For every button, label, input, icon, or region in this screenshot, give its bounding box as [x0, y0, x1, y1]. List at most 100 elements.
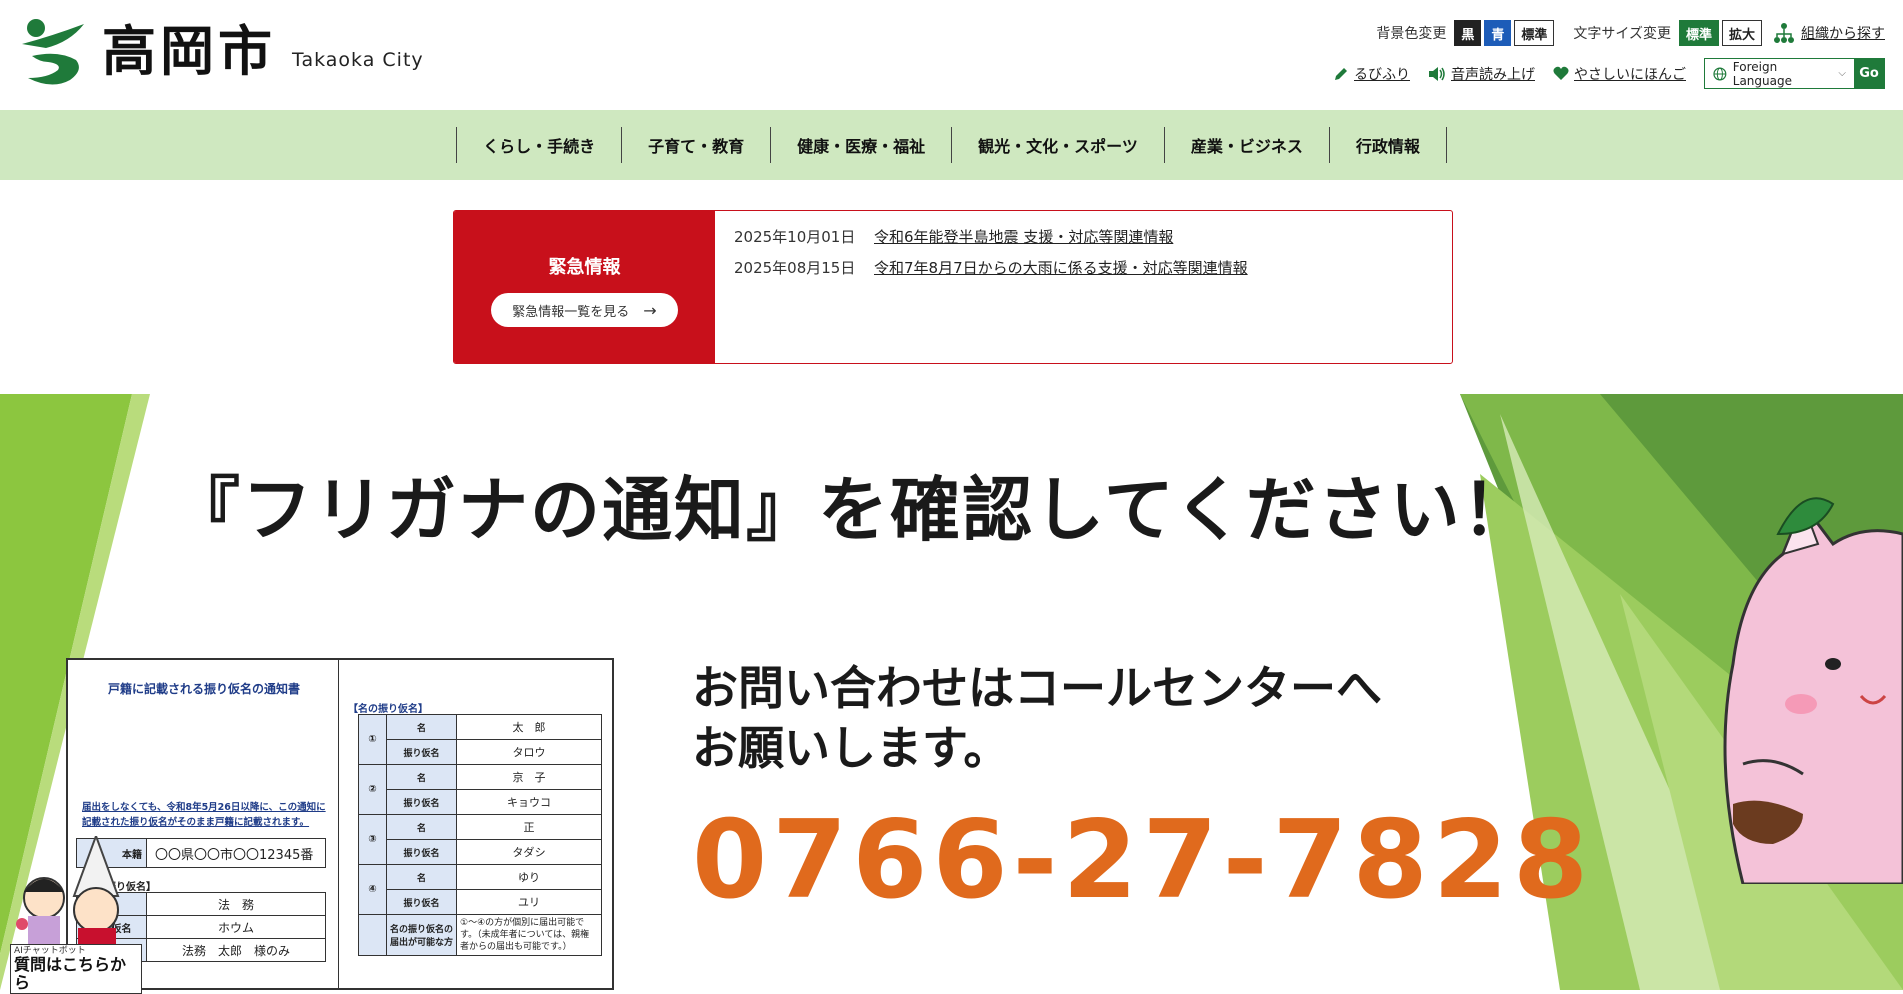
call-center-phone: 0766-27-7828 [692, 798, 1594, 923]
emergency-link[interactable]: 令和7年8月7日からの大雨に係る支援・対応等関連情報 [874, 258, 1248, 278]
voice-label: 音声読み上げ [1451, 66, 1535, 83]
arrow-right-icon: → [643, 300, 657, 320]
emergency-title: 緊急情報 [548, 257, 621, 278]
site-header: 高岡市 Takaoka City 背景色変更 黒 青 標準 文字サイズ変更 標準… [0, 0, 1903, 110]
city-emblem-icon [22, 19, 84, 85]
bg-standard-button[interactable]: 標準 [1514, 20, 1555, 46]
globe-icon [1713, 67, 1727, 80]
ai-chatbot-launcher[interactable]: AIチャットボット 質問はこちらから [8, 833, 144, 994]
table-cell: ② [358, 764, 387, 815]
nav-item-health[interactable]: 健康・医療・福祉 [770, 127, 951, 163]
chevron-down-icon: ⌵ [1838, 68, 1846, 79]
speaker-icon [1429, 66, 1445, 81]
table-row: 名の振り仮名の届出が可能な方 ①～④の方が個別に届出可能です。（未成年者については… [358, 914, 602, 956]
table-cell: 名 [386, 764, 457, 790]
table-cell: 振り仮名 [386, 889, 457, 915]
chatbot-big-text: 質問はこちらから [14, 955, 127, 992]
language-select-value: Foreign Language [1732, 59, 1792, 88]
list-item: 2025年08月15日 令和7年8月7日からの大雨に係る支援・対応等関連情報 [734, 258, 1248, 278]
bg-blue-button[interactable]: 青 [1484, 20, 1512, 46]
table-cell: タダシ [456, 839, 602, 865]
table-cell: 名 [386, 864, 457, 890]
org-search-link[interactable]: 組織から探す [1773, 22, 1885, 44]
easy-japanese-link[interactable]: やさしいにほんご [1553, 64, 1686, 84]
nav-item-business[interactable]: 産業・ビジネス [1163, 127, 1329, 163]
banner-subtext: お問い合わせはコールセンターへ お願いします。 [692, 658, 1382, 778]
emergency-list-button[interactable]: 緊急情報一覧を見る → [491, 293, 678, 327]
table-cell: ①～④の方が個別に届出可能です。（未成年者については、親権者からの届出も可能です… [456, 914, 602, 956]
table-row: ①名太 郎 [358, 714, 602, 765]
list-item: 2025年10月01日 令和6年能登半島地震 支援・対応等関連情報 [734, 227, 1248, 247]
emergency-header: 緊急情報 緊急情報一覧を見る → [454, 211, 715, 363]
doc-given-table: ①名太 郎 振り仮名 タロウ ②名京 子 振り仮名 キョウコ ③名正 振り仮名 タダシ… [358, 714, 602, 956]
pencil-icon [1335, 67, 1347, 80]
nav-item-tourism[interactable]: 観光・文化・スポーツ [951, 127, 1164, 163]
banner-headline: 『フリガナの通知』を確認してください！ [170, 469, 1534, 551]
emergency-info-box: 緊急情報 緊急情報一覧を見る → 2025年10月01日 令和6年能登半島地震 … [453, 210, 1453, 364]
table-cell: 法務 太郎 様のみ [146, 938, 326, 962]
table-cell: ユリ [456, 889, 602, 915]
easy-japanese-label: やさしいにほんご [1574, 66, 1686, 83]
fox-mascot-illustration [1723, 497, 1903, 884]
table-cell: キョウコ [456, 789, 602, 815]
logo-text: 高岡市 [102, 20, 276, 83]
language-selector: Foreign Language ⌵ Go [1704, 58, 1885, 89]
org-chart-icon [1774, 23, 1794, 43]
furigana-notice-document: 戸籍に記載される振り仮名の通知書 届出をしなくても、令和8年5月26日以降に、こ… [66, 658, 614, 990]
table-cell: 振り仮名 [386, 789, 457, 815]
table-cell: ③ [358, 814, 387, 865]
table-cell: 京 子 [456, 764, 602, 790]
banner-sub-line1: お問い合わせはコールセンターへ [692, 661, 1382, 715]
doc-note: 届出をしなくても、令和8年5月26日以降に、この通知に記載された振り仮名がそのま… [82, 802, 326, 828]
emergency-list: 2025年10月01日 令和6年能登半島地震 支援・対応等関連情報 2025年0… [715, 211, 1267, 363]
bg-black-button[interactable]: 黒 [1454, 20, 1482, 46]
font-standard-button[interactable]: 標準 [1678, 20, 1719, 46]
nav-item-government[interactable]: 行政情報 [1328, 127, 1447, 163]
ruby-label: るびふり [1354, 66, 1410, 83]
language-go-button[interactable]: Go [1854, 59, 1884, 88]
table-cell: 名 [386, 814, 457, 840]
nav-item-childcare[interactable]: 子育て・教育 [621, 127, 770, 163]
accessibility-toolbar: 背景色変更 黒 青 標準 文字サイズ変更 標準 拡大 組織から探す [1376, 20, 1885, 46]
table-cell: 正 [456, 814, 602, 840]
chatbot-label: AIチャットボット 質問はこちらから [10, 944, 142, 994]
table-cell: ゆり [456, 864, 602, 890]
table-row: ②名京 子 [358, 764, 602, 815]
emergency-list-label: 緊急情報一覧を見る [512, 304, 630, 320]
org-search-label: 組織から探す [1801, 26, 1885, 42]
table-cell: ① [358, 714, 387, 765]
site-logo[interactable]: 高岡市 Takaoka City [18, 16, 424, 88]
font-large-button[interactable]: 拡大 [1721, 20, 1762, 46]
doc-address-value: 〇〇県〇〇市〇〇12345番 [155, 847, 314, 863]
table-row: 振り仮名 タダシ [359, 839, 602, 865]
emergency-link[interactable]: 令和6年能登半島地震 支援・対応等関連情報 [874, 227, 1173, 247]
table-row: 振り仮名 ユリ [359, 889, 602, 915]
doc-given-section: 【名の振り仮名】 [348, 704, 428, 715]
global-nav: くらし・手続き 子育て・教育 健康・医療・福祉 観光・文化・スポーツ 産業・ビジ… [0, 110, 1903, 180]
table-cell: 名 [386, 714, 457, 740]
voice-link[interactable]: 音声読み上げ [1428, 64, 1535, 84]
bg-color-label: 背景色変更 [1376, 26, 1447, 42]
table-row: 振り仮名 キョウコ [359, 789, 602, 815]
emergency-date: 2025年08月15日 [734, 259, 856, 277]
table-cell: 名の振り仮名の届出が可能な方 [386, 914, 457, 956]
table-cell: 法 務 [146, 892, 326, 916]
font-size-label: 文字サイズ変更 [1573, 26, 1671, 42]
chatbot-characters-icon [16, 833, 120, 946]
table-cell: 振り仮名 [386, 739, 457, 765]
utility-links: るびふり 音声読み上げ やさしいにほんご Foreign Language ⌵ … [1333, 58, 1885, 89]
table-cell: ホウム [146, 915, 326, 939]
hero-banner[interactable]: 『フリガナの通知』を確認してください！ お問い合わせはコールセンターへ お願いし… [0, 394, 1903, 990]
language-select[interactable]: Foreign Language ⌵ [1705, 59, 1854, 88]
emergency-date: 2025年10月01日 [734, 228, 856, 246]
table-row: ③名正 [358, 814, 602, 865]
nav-item-life[interactable]: くらし・手続き [456, 127, 621, 163]
table-row: ④ 名ゆり [358, 864, 602, 915]
banner-sub-line2: お願いします。 [692, 721, 1010, 775]
table-cell: 太 郎 [456, 714, 602, 740]
table-cell: 振り仮名 [386, 839, 457, 865]
table-row: 振り仮名 タロウ [359, 739, 602, 765]
table-cell: ④ [358, 864, 387, 915]
ruby-link[interactable]: るびふり [1333, 64, 1410, 84]
logo-en-text: Takaoka City [292, 49, 424, 71]
